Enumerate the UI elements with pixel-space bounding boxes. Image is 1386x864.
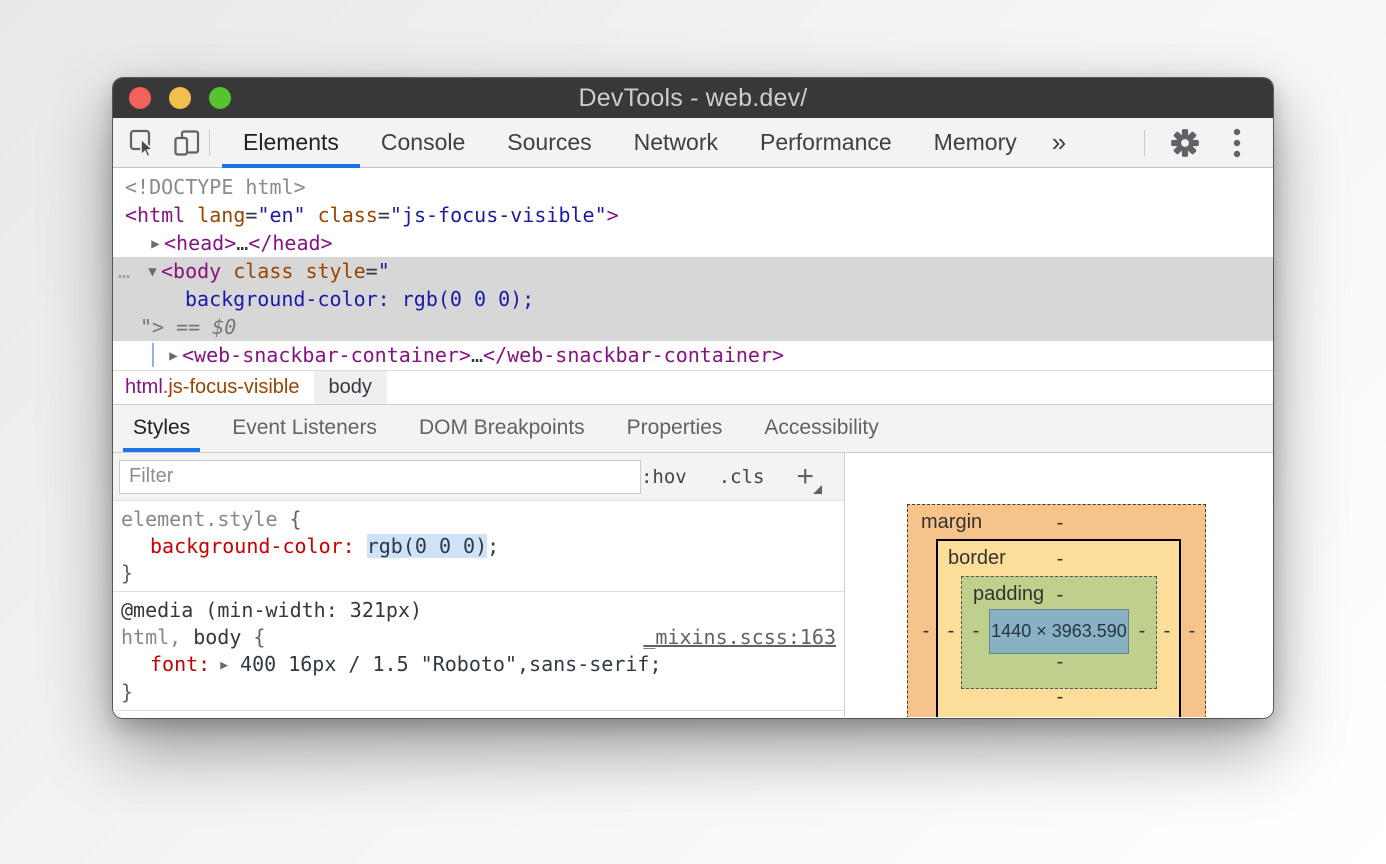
device-toolbar-icon [172, 128, 202, 158]
dom-node-head[interactable]: ▶<head>…</head> [113, 229, 1273, 257]
dom-node-snackbar[interactable]: ▶<web-snackbar-container>…</web-snackbar… [113, 341, 1273, 369]
style-rule-media-321: @media (min-width: 321px) html,body{_mix… [113, 592, 844, 711]
border-label: border [948, 547, 1006, 570]
minimize-button[interactable] [169, 87, 191, 109]
tab-console[interactable]: Console [360, 118, 486, 168]
zoom-button[interactable] [209, 87, 231, 109]
hidden-elements-dots[interactable]: … [118, 257, 144, 285]
title-bar[interactable]: DevTools - web.dev/ [113, 78, 1273, 118]
box-model-pane: 1440 × 3963.590 margin border padding - … [845, 453, 1273, 717]
margin-left-value[interactable]: - [918, 618, 934, 644]
settings-button[interactable] [1163, 121, 1207, 165]
breadcrumb-body[interactable]: body [314, 371, 387, 404]
tab-performance[interactable]: Performance [739, 118, 913, 168]
toolbar-divider-right [1144, 130, 1145, 156]
inline-style-text[interactable]: background-color: rgb(0 0 0); [185, 287, 534, 311]
expand-arrow-icon[interactable]: ▶ [147, 230, 164, 258]
styles-left-pane: :hov .cls + element.style{ background-co… [113, 453, 845, 717]
long-press-corner [813, 485, 822, 494]
new-style-rule-button[interactable]: + [796, 462, 822, 492]
close-button[interactable] [129, 87, 151, 109]
border-left-value[interactable]: - [943, 618, 959, 644]
tab-network[interactable]: Network [613, 118, 739, 168]
media-query[interactable]: @media (min-width: 321px) [121, 598, 422, 622]
box-model-content[interactable]: 1440 × 3963.590 [989, 609, 1129, 654]
toolbar-right [1144, 121, 1273, 165]
collapse-arrow-icon[interactable]: ▼ [144, 258, 161, 286]
margin-top-value[interactable]: - [1052, 510, 1068, 536]
dom-node-body-selected[interactable]: …▼<bodyclassstyle=" background-color: rg… [113, 257, 1273, 341]
css-property-name[interactable]: font [150, 652, 198, 676]
element-classes-toggle[interactable]: .cls [719, 466, 765, 488]
padding-bottom-value[interactable]: - [1052, 649, 1068, 675]
padding-left-value[interactable]: - [968, 618, 984, 644]
css-property-value[interactable]: rgb(0 0 0) [367, 534, 487, 558]
window-title: DevTools - web.dev/ [579, 84, 808, 113]
pseudo-state-toggle[interactable]: :hov [641, 466, 687, 488]
border-top-value[interactable]: - [1052, 546, 1068, 572]
expand-arrow-icon[interactable]: ▶ [165, 342, 182, 370]
breadcrumb: html.js-focus-visible body [113, 370, 1273, 404]
css-property-value[interactable]: 400 16px / 1.5 "Roboto",sans-serif; [240, 652, 661, 676]
tab-dom-breakpoints[interactable]: DOM Breakpoints [409, 405, 595, 452]
sidebar-tabs: Styles Event Listeners DOM Breakpoints P… [113, 404, 1273, 453]
style-rule-media-341: @media (min-width: 341px) [113, 711, 844, 717]
toolbar-divider [209, 130, 210, 156]
css-property-name[interactable]: background-color [150, 534, 343, 558]
margin-label: margin [921, 511, 982, 534]
console-variable-hint: $0 [212, 315, 236, 339]
device-toolbar-button[interactable] [165, 121, 209, 165]
kebab-menu-icon [1232, 127, 1242, 159]
gear-icon [1170, 128, 1200, 158]
border-bottom-value[interactable]: - [1052, 684, 1068, 710]
menu-button[interactable] [1215, 121, 1259, 165]
inspect-cursor-icon [128, 128, 158, 158]
traffic-lights [129, 87, 231, 109]
tab-memory[interactable]: Memory [913, 118, 1038, 168]
panel-tabs: Elements Console Sources Network Perform… [222, 118, 1080, 168]
devtools-window: DevTools - web.dev/ Elements Console Sou… [113, 78, 1273, 718]
padding-label: padding [973, 583, 1044, 606]
tab-styles[interactable]: Styles [123, 405, 200, 452]
dom-node-html[interactable]: <htmllang="en"class="js-focus-visible"> [113, 201, 1273, 229]
dom-node-doctype[interactable]: <!DOCTYPE html> [113, 173, 1273, 201]
stylesheet-source-link[interactable]: _mixins.scss:163 [643, 624, 836, 651]
expand-arrow-icon[interactable]: ▶ [220, 652, 228, 679]
rule-selector[interactable]: body [193, 625, 241, 649]
indent-guide-line [152, 343, 154, 367]
padding-right-value[interactable]: - [1134, 618, 1150, 644]
styles-split: :hov .cls + element.style{ background-co… [113, 453, 1273, 717]
breadcrumb-html[interactable]: html.js-focus-visible [123, 371, 302, 404]
styles-pane: element.style{ background-color:rgb(0 0 … [113, 501, 844, 717]
filter-input[interactable] [119, 460, 641, 494]
style-rule-element-style: element.style{ background-color:rgb(0 0 … [113, 501, 844, 592]
content-dimensions: 1440 × 3963.590 [991, 621, 1127, 642]
padding-top-value[interactable]: - [1052, 582, 1068, 608]
border-right-value[interactable]: - [1159, 618, 1175, 644]
margin-right-value[interactable]: - [1184, 618, 1200, 644]
tab-properties[interactable]: Properties [617, 405, 733, 452]
tab-accessibility[interactable]: Accessibility [754, 405, 888, 452]
main-toolbar: Elements Console Sources Network Perform… [113, 118, 1273, 168]
inspect-element-button[interactable] [121, 121, 165, 165]
rule-selector[interactable]: element.style [121, 507, 278, 531]
rule-selector-unmatched[interactable]: html, [121, 625, 181, 649]
tab-sources[interactable]: Sources [486, 118, 612, 168]
more-tabs-button[interactable]: » [1038, 118, 1080, 168]
dom-tree: <!DOCTYPE html> <htmllang="en"class="js-… [113, 168, 1273, 370]
tab-event-listeners[interactable]: Event Listeners [222, 405, 387, 452]
styles-filter-bar: :hov .cls + [113, 453, 844, 501]
tab-elements[interactable]: Elements [222, 118, 360, 168]
